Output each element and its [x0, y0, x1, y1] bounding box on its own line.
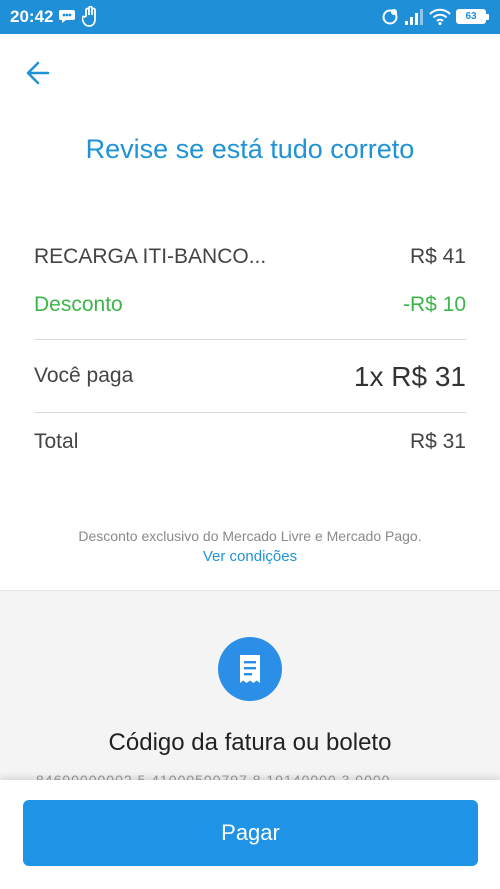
- wifi-icon: [429, 8, 451, 26]
- discount-label: Desconto: [34, 293, 123, 316]
- page-title: Revise se está tudo correto: [85, 134, 415, 164]
- discount-value: -R$ 10: [402, 293, 466, 316]
- item-value: R$ 41: [409, 245, 466, 268]
- summary-row-pay: Você paga 1x R$ 31: [34, 361, 466, 404]
- pay-value: 1x R$ 31: [353, 361, 466, 392]
- payment-method-label: Código da fatura ou boleto: [108, 729, 392, 756]
- summary-row-item: RECARGA ITI-BANCO... R$ 41: [34, 245, 466, 285]
- pay-button[interactable]: Pagar: [23, 800, 478, 866]
- item-label: RECARGA ITI-BANCO...: [34, 245, 267, 268]
- pay-label: Você paga: [34, 364, 134, 387]
- summary-row-total: Total R$ 31: [34, 430, 466, 470]
- arrow-left-icon: [26, 61, 50, 85]
- back-button[interactable]: [20, 56, 56, 90]
- conditions-link[interactable]: Ver condições: [0, 548, 500, 565]
- divider: [34, 339, 466, 340]
- hotspot-icon: [382, 9, 398, 25]
- battery-icon: 63: [456, 9, 489, 24]
- hand-gesture-icon: [82, 6, 96, 27]
- divider: [34, 412, 466, 413]
- discount-disclaimer: Desconto exclusivo do Mercado Livre e Me…: [78, 528, 422, 544]
- total-value: R$ 31: [409, 430, 466, 453]
- barcode-number: 84690000002 5 41000500797 8 19140000 3 0…: [36, 772, 391, 780]
- status-time: 20:42: [10, 7, 54, 26]
- total-label: Total: [34, 430, 79, 453]
- summary-row-discount: Desconto -R$ 10: [34, 293, 466, 333]
- signal-icon: [405, 9, 423, 25]
- receipt-icon-badge: [218, 637, 282, 701]
- receipt-icon: [240, 655, 260, 683]
- chat-notification-icon: [59, 10, 75, 23]
- status-bar: 20:42 63: [0, 0, 500, 34]
